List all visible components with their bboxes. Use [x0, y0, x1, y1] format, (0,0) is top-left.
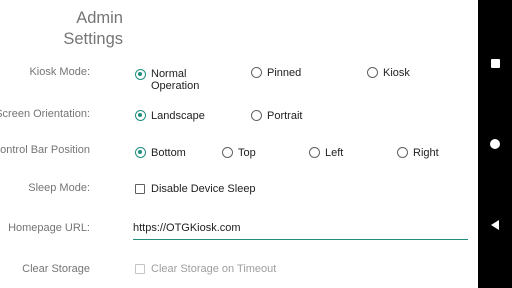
back-button[interactable] — [478, 215, 512, 235]
checkbox-disabled-icon — [135, 264, 145, 274]
android-navigation-bar — [478, 0, 512, 288]
kiosk-mode-pinned-radio[interactable]: Pinned — [251, 67, 301, 79]
radio-unselected-icon — [397, 147, 408, 158]
clear-storage-on-timeout-checkbox[interactable]: Clear Storage on Timeout — [135, 263, 276, 275]
normal-operation-line1: Normal — [151, 68, 187, 80]
control-bar-top-label: Top — [238, 147, 256, 159]
radio-unselected-icon — [309, 147, 320, 158]
control-bar-left-label: Left — [325, 147, 344, 159]
checkbox-unchecked-icon — [135, 184, 145, 194]
back-triangle-icon — [491, 220, 499, 230]
page-title-line2: Settings — [63, 30, 123, 48]
control-bar-position-label: Control Bar Position — [0, 144, 90, 156]
home-button[interactable] — [478, 134, 512, 154]
kiosk-mode-label: Kiosk Mode: — [29, 66, 90, 78]
kiosk-mode-normal-operation-label: Normal Operation — [151, 68, 199, 92]
sleep-mode-label: Sleep Mode: — [28, 182, 90, 194]
radio-selected-icon — [135, 147, 146, 158]
radio-unselected-icon — [251, 110, 262, 121]
control-bar-left-radio[interactable]: Left — [309, 147, 343, 159]
radio-selected-icon — [135, 69, 146, 80]
kiosk-mode-kiosk-label: Kiosk — [383, 67, 410, 79]
radio-unselected-icon — [251, 67, 262, 78]
radio-unselected-icon — [367, 67, 378, 78]
orientation-portrait-radio[interactable]: Portrait — [251, 110, 302, 122]
clear-storage-label: Clear Storage — [22, 263, 90, 275]
control-bar-bottom-radio[interactable]: Bottom — [135, 147, 186, 159]
control-bar-right-radio[interactable]: Right — [397, 147, 439, 159]
control-bar-bottom-label: Bottom — [151, 147, 186, 159]
homepage-url-label: Homepage URL: — [8, 222, 90, 234]
disable-device-sleep-checkbox[interactable]: Disable Device Sleep — [135, 183, 256, 195]
homepage-url-input[interactable]: https://OTGKiosk.com — [133, 221, 468, 240]
radio-unselected-icon — [222, 147, 233, 158]
recents-button[interactable] — [478, 53, 512, 73]
kiosk-mode-normal-operation-radio[interactable]: Normal Operation — [135, 68, 199, 92]
normal-operation-line2: Operation — [151, 80, 200, 92]
kiosk-mode-pinned-label: Pinned — [267, 67, 302, 79]
kiosk-mode-kiosk-radio[interactable]: Kiosk — [367, 67, 410, 79]
page-title: Admin Settings — [0, 8, 123, 50]
radio-selected-icon — [135, 110, 146, 121]
screen-orientation-label: Screen Orientation: — [0, 108, 90, 120]
orientation-landscape-radio[interactable]: Landscape — [135, 110, 205, 122]
orientation-landscape-label: Landscape — [151, 110, 205, 122]
control-bar-top-radio[interactable]: Top — [222, 147, 256, 159]
admin-settings-screen: Admin Settings Kiosk Mode: Normal Operat… — [0, 0, 512, 288]
recents-square-icon — [490, 58, 500, 68]
clear-storage-on-timeout-label: Clear Storage on Timeout — [151, 263, 277, 275]
home-circle-icon — [490, 139, 500, 149]
control-bar-right-label: Right — [413, 147, 439, 159]
disable-device-sleep-label: Disable Device Sleep — [151, 183, 256, 195]
page-title-line1: Admin — [76, 9, 123, 27]
settings-panel: Admin Settings Kiosk Mode: Normal Operat… — [0, 0, 478, 288]
orientation-portrait-label: Portrait — [267, 110, 303, 122]
